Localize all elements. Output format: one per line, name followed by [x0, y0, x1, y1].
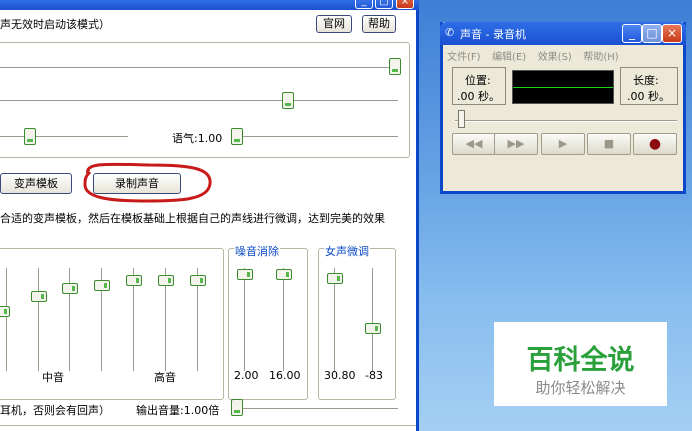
- minimize-icon: _: [629, 26, 635, 40]
- recorder-title-bar[interactable]: ✆ 声音 - 录音机 _ □ ×: [440, 22, 686, 45]
- watermark-title: 百科全说: [526, 345, 635, 376]
- slider-thumb-1[interactable]: [389, 58, 401, 75]
- output-volume-track: [240, 408, 398, 410]
- menu-file[interactable]: 文件(F): [447, 52, 481, 63]
- noise-track-1: [244, 268, 246, 371]
- maximize-button[interactable]: □: [375, 0, 393, 9]
- main-title-bar: _ □ ×: [0, 0, 419, 10]
- eq-high-label: 高音: [154, 371, 176, 384]
- tone-slider-track: [240, 136, 398, 138]
- record-button[interactable]: ●: [633, 133, 677, 155]
- official-site-button[interactable]: 官网: [316, 15, 352, 33]
- minimize-button[interactable]: _: [355, 0, 373, 9]
- instruction-text: 合适的变声模板，然后在模板基础上根据自己的声线进行微调，达到完美的效果: [0, 212, 385, 225]
- recorder-title: 声音 - 录音机: [460, 28, 526, 41]
- menu-edit[interactable]: 编辑(E): [492, 52, 526, 63]
- female-tune-title: 女声微调: [324, 243, 370, 259]
- eq-thumb-6[interactable]: [158, 275, 174, 286]
- noise-track-2: [283, 268, 285, 371]
- eq-thumb-4[interactable]: [94, 280, 110, 291]
- close-icon: ×: [666, 26, 678, 40]
- length-label: 长度:: [633, 74, 659, 87]
- highlight-circle: [83, 162, 212, 203]
- position-value: .00 秒。: [457, 90, 500, 103]
- slider-thumb-3[interactable]: [24, 128, 36, 145]
- position-panel: 位置: .00 秒。: [452, 67, 506, 105]
- slider-thumb-2[interactable]: [282, 92, 294, 109]
- female-value-2: -83: [365, 369, 383, 382]
- microphone-icon: ✆: [445, 26, 455, 39]
- close-button[interactable]: ×: [396, 0, 414, 9]
- forward-button[interactable]: ▶▶: [494, 133, 538, 155]
- recorder-close-button[interactable]: ×: [662, 24, 682, 43]
- recorder-minimize-button[interactable]: _: [622, 24, 642, 43]
- output-volume-label: 输出音量:1.00倍: [136, 404, 220, 417]
- menu-effects[interactable]: 效果(S): [538, 52, 572, 63]
- eq-thumb-5[interactable]: [126, 275, 142, 286]
- mode-note: 声无效时启动该模式）: [0, 18, 110, 31]
- noise-value-2: 16.00: [269, 369, 301, 382]
- position-label: 位置:: [465, 74, 491, 87]
- seek-track: [455, 120, 677, 122]
- eq-mid-label: 中音: [42, 371, 64, 384]
- watermark-subtitle: 助你轻松解决: [535, 379, 626, 397]
- slider-track-1: [0, 67, 398, 69]
- female-track-2: [372, 268, 374, 371]
- female-value-1: 30.80: [324, 369, 356, 382]
- length-panel: 长度: .00 秒。: [620, 67, 678, 105]
- headphone-note: 耳机，否则会有回声）: [0, 404, 110, 417]
- recorder-menu-bar: 文件(F) 编辑(E) 效果(S) 帮助(H): [447, 48, 627, 63]
- minimize-icon: _: [361, 0, 367, 7]
- menu-help[interactable]: 帮助(H): [583, 52, 618, 63]
- watermark-logo: 百科全说 助你轻松解决: [494, 322, 667, 406]
- close-icon: ×: [400, 0, 410, 7]
- eq-track-2: [38, 268, 40, 371]
- equalizer-group: [0, 248, 224, 400]
- stop-button[interactable]: ■: [587, 133, 631, 155]
- noise-thumb-2[interactable]: [276, 269, 292, 280]
- slider-track-2: [0, 100, 398, 102]
- eq-thumb-7[interactable]: [190, 275, 206, 286]
- female-thumb-1[interactable]: [327, 273, 343, 284]
- waveform-display: [512, 70, 614, 104]
- eq-thumb-3[interactable]: [62, 283, 78, 294]
- length-value: .00 秒。: [627, 90, 670, 103]
- slider-track-3: [0, 136, 128, 138]
- play-button[interactable]: ▶: [541, 133, 585, 155]
- bottom-divider: [0, 425, 416, 431]
- recorder-maximize-button: □: [642, 24, 662, 43]
- waveform-line: [513, 87, 613, 88]
- voice-template-button[interactable]: 变声模板: [0, 173, 72, 194]
- seek-thumb[interactable]: [458, 110, 465, 128]
- noise-thumb-1[interactable]: [237, 269, 253, 280]
- tone-slider-thumb[interactable]: [231, 128, 243, 145]
- maximize-icon: □: [379, 0, 389, 7]
- main-client-area: 声无效时启动该模式） 官网 帮助 语气:1.00 变声模板 录制声音 合适的变声…: [0, 10, 416, 431]
- female-thumb-2[interactable]: [365, 323, 381, 334]
- output-volume-thumb[interactable]: [231, 399, 243, 416]
- rewind-button[interactable]: ◀◀: [452, 133, 496, 155]
- eq-thumb-1[interactable]: [0, 306, 10, 317]
- maximize-icon: □: [646, 26, 658, 40]
- help-button[interactable]: 帮助: [362, 15, 396, 33]
- eq-track-1: [6, 268, 8, 371]
- noise-value-1: 2.00: [234, 369, 259, 382]
- noise-cancel-title: 噪音消除: [234, 243, 280, 259]
- eq-thumb-2[interactable]: [31, 291, 47, 302]
- tone-label: 语气:1.00: [172, 132, 223, 145]
